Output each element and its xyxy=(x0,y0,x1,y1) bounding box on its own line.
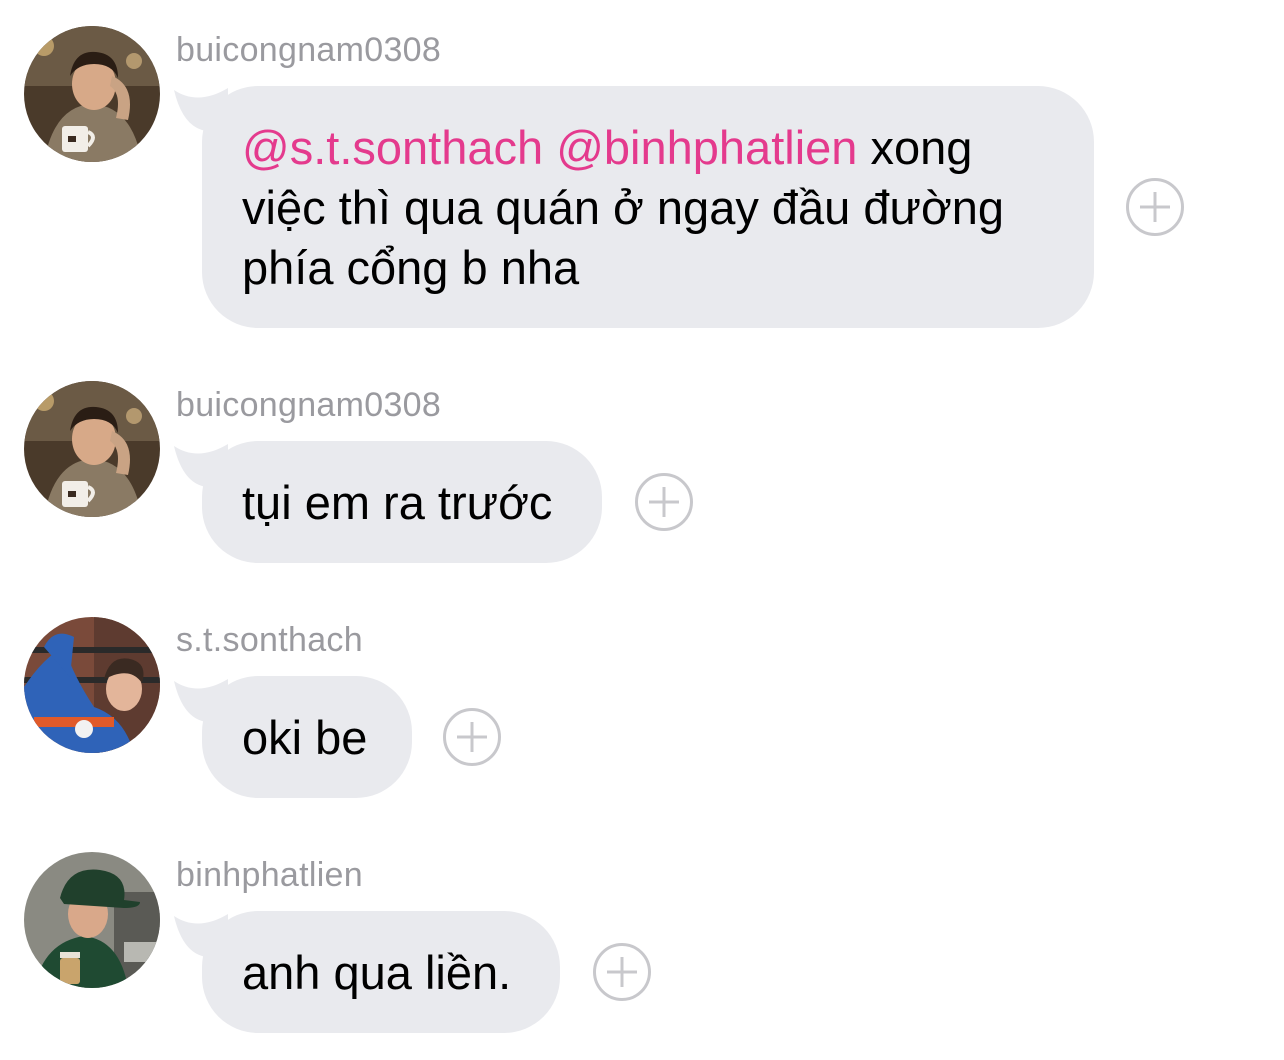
message-text: việc thì qua quán ở ngay đầu đường xyxy=(242,181,1005,234)
message-text: tụi em ra trước xyxy=(242,476,553,529)
username[interactable]: buicongnam0308 xyxy=(176,385,441,425)
message-bubble[interactable]: oki be xyxy=(202,676,412,798)
avatar[interactable] xyxy=(24,26,160,162)
message-bubble[interactable]: anh qua liền. xyxy=(202,911,560,1033)
add-reaction-icon[interactable] xyxy=(635,473,693,531)
message-text: xong xyxy=(857,121,973,174)
username[interactable]: buicongnam0308 xyxy=(176,30,441,70)
avatar[interactable] xyxy=(24,381,160,517)
avatar[interactable] xyxy=(24,852,160,988)
mention-link[interactable]: @binhphatlien xyxy=(556,121,857,174)
message-text: phía cổng b nha xyxy=(242,241,580,294)
add-reaction-icon[interactable] xyxy=(593,943,651,1001)
message-bubble[interactable]: tụi em ra trước xyxy=(202,441,602,563)
add-reaction-icon[interactable] xyxy=(443,708,501,766)
message-bubble[interactable]: @s.t.sonthach @binhphatlien xong việc th… xyxy=(202,86,1094,328)
message-text: anh qua liền. xyxy=(242,946,512,999)
avatar[interactable] xyxy=(24,617,160,753)
username[interactable]: s.t.sonthach xyxy=(176,620,363,660)
username[interactable]: binhphatlien xyxy=(176,855,363,895)
add-reaction-icon[interactable] xyxy=(1126,178,1184,236)
mention-link[interactable]: @s.t.sonthach xyxy=(242,121,543,174)
message-text: oki be xyxy=(242,711,368,764)
